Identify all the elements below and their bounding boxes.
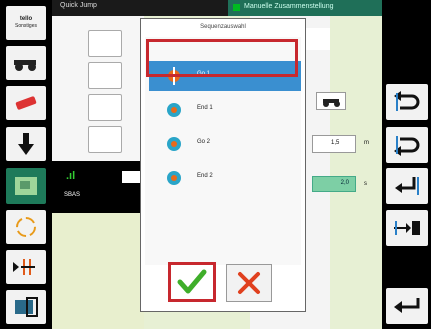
list-item-label: End 1 <box>197 105 213 111</box>
rotate-button[interactable] <box>6 210 46 244</box>
sections-icon <box>13 259 35 275</box>
time-value: 2,0 <box>340 180 349 186</box>
reverse-button[interactable] <box>386 84 428 120</box>
confirm-button[interactable] <box>168 262 216 302</box>
quickjump-slot-4[interactable] <box>88 126 122 153</box>
list-item-end-2[interactable]: End 2 <box>149 163 301 193</box>
download-button[interactable] <box>6 127 46 161</box>
time-unit: s <box>364 181 367 187</box>
dialog-title: Sequenzauswahl <box>200 24 246 30</box>
checkmark-icon <box>177 269 207 294</box>
tractor-icon <box>323 99 340 107</box>
selection-highlight-frame <box>146 39 298 77</box>
quickjump-panel <box>52 16 144 161</box>
arrow-to-implement-icon <box>394 221 420 235</box>
quickjump-slot-1[interactable] <box>88 30 122 57</box>
forward-turn-button[interactable] <box>386 127 428 163</box>
quickjump-slot-2[interactable] <box>88 62 122 89</box>
tractor-select-field[interactable] <box>316 92 346 110</box>
menu-button[interactable]: tello Sonstiges <box>6 6 46 40</box>
eraser-icon <box>15 96 37 110</box>
right-toolbar <box>382 0 431 329</box>
back-arrow-icon <box>394 298 420 313</box>
distance-value: 1,5 <box>331 140 340 146</box>
quickjump-title: Quick Jump <box>60 2 97 9</box>
map-icon <box>15 177 37 195</box>
quickjump-slot-3[interactable] <box>88 94 122 121</box>
circle-arrows-icon <box>16 217 36 237</box>
sd-card-icon <box>15 297 38 317</box>
assembly-header: Manuelle Zusammenstellung <box>228 0 382 16</box>
section-control-button[interactable] <box>6 250 46 284</box>
cross-icon <box>238 272 260 294</box>
distance-unit: m <box>364 140 369 146</box>
gps-mode-label: SBAS <box>64 192 81 198</box>
time-input[interactable]: 2,0 <box>312 176 356 192</box>
insert-step-button[interactable] <box>386 168 428 204</box>
end-sequence-icon <box>167 171 181 185</box>
signal-strength-icon: .ıl <box>66 170 76 182</box>
eraser-button[interactable] <box>6 86 46 120</box>
u-turn-right-icon <box>394 136 420 156</box>
list-item-label: End 2 <box>197 173 213 179</box>
arrow-return-icon <box>395 177 419 195</box>
gps-status-panel <box>52 161 144 213</box>
tractor-icon <box>14 60 36 71</box>
tractor-settings-button[interactable] <box>6 46 46 80</box>
list-item-go-2[interactable]: Go 2 <box>149 129 301 159</box>
map-view-button[interactable] <box>6 168 46 204</box>
brand-logo: tello Sonstiges <box>15 16 37 29</box>
end-sequence-icon <box>167 103 181 117</box>
status-field <box>122 171 140 183</box>
cancel-button[interactable] <box>226 264 272 302</box>
arrow-down-icon <box>18 133 34 155</box>
distance-input[interactable]: 1,5 <box>312 135 356 153</box>
u-turn-left-icon <box>394 91 420 111</box>
left-toolbar: tello Sonstiges <box>0 0 52 329</box>
implement-button[interactable] <box>386 210 428 246</box>
list-item-label: Go 2 <box>197 139 211 145</box>
list-item-end-1[interactable]: End 1 <box>149 95 301 125</box>
card-reader-button[interactable] <box>6 290 46 324</box>
go-sequence-icon <box>167 137 181 151</box>
back-button[interactable] <box>386 288 428 324</box>
terminal-screen: tello Sonstiges Quick Jump Manuelle Zusa… <box>0 0 431 329</box>
